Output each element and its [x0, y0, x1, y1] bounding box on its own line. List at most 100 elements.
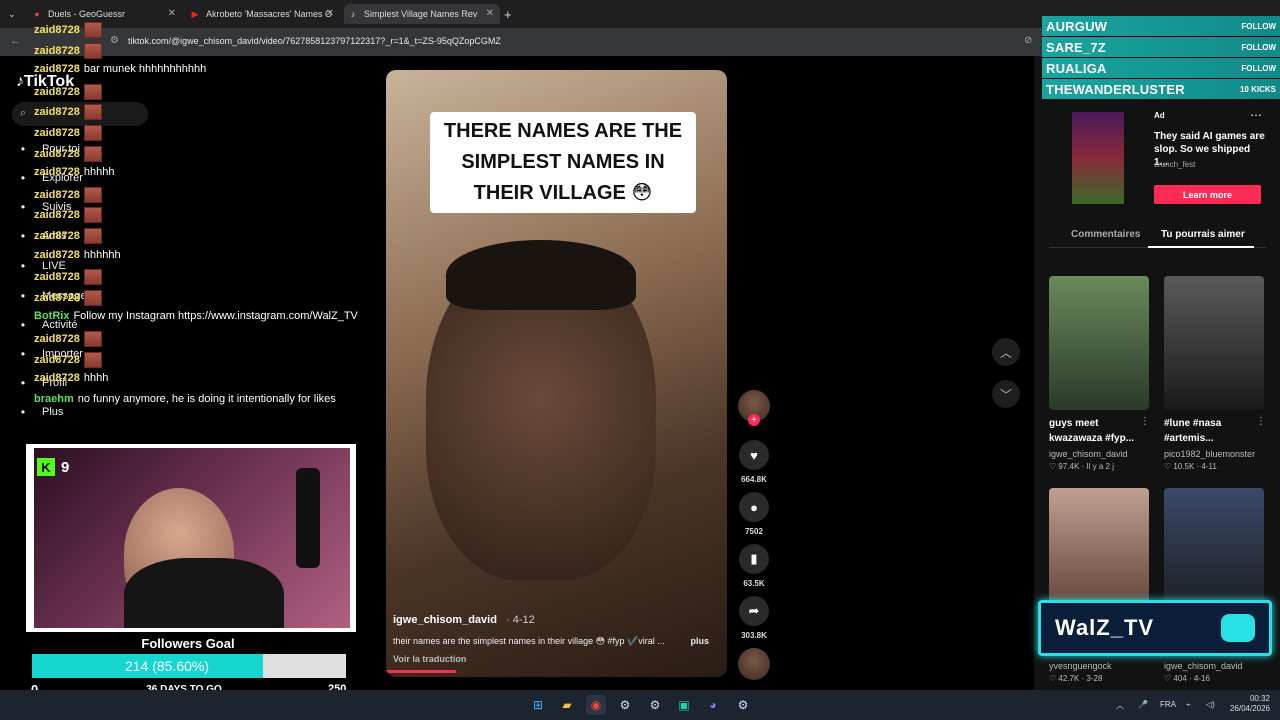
follow-plus-icon[interactable]: + [748, 414, 760, 426]
rec-author[interactable]: yvesnguengock [1049, 661, 1112, 671]
rec-title[interactable]: #lune #nasa #artemis... [1164, 416, 1264, 446]
microphone [296, 468, 320, 568]
goal-progress-bar: 214 (85.60%) [32, 654, 346, 678]
rec-title[interactable]: guys meet kwazawaza #fyp... [1049, 416, 1149, 446]
new-tab-button[interactable]: + [504, 4, 524, 24]
chat-username[interactable]: zaid8728 [34, 24, 80, 36]
chat-username[interactable]: zaid8728 [34, 189, 80, 201]
chat-username[interactable]: zaid8728 [34, 106, 80, 118]
volume-icon[interactable]: ◁) [1206, 700, 1215, 709]
compass-icon: • [20, 171, 26, 185]
tab-tiktok[interactable]: ♪ Simplest Village Names Rev ✕ [344, 4, 500, 24]
share-icon[interactable]: ➦ [739, 596, 769, 626]
windows-start-icon[interactable]: ⊞ [528, 695, 548, 715]
app-icon[interactable]: ▣ [674, 695, 694, 715]
sound-avatar[interactable] [738, 648, 770, 680]
steam-icon[interactable]: ⚙ [733, 695, 753, 715]
chat-username[interactable]: zaid8728 [34, 333, 80, 345]
more-options-icon[interactable]: ⋯ [1250, 108, 1262, 122]
bookmark-icon[interactable]: ▮ [739, 544, 769, 574]
translate-link[interactable]: Voir la traduction [393, 654, 466, 664]
share-action[interactable]: ➦ 303.8K [738, 596, 770, 640]
video-progress[interactable] [386, 670, 456, 673]
stream-brand-banner: WalZ_TV [1038, 600, 1272, 656]
chat-username[interactable]: zaid8728 [34, 86, 80, 98]
tab-list-button[interactable]: ⌄ [4, 4, 22, 24]
video-author[interactable]: igwe_chisom_david · 4-12 [393, 614, 535, 626]
rec-author[interactable]: igwe_chisom_david [1049, 449, 1128, 459]
file-explorer-icon[interactable]: ▰ [557, 695, 577, 715]
chat-emote [83, 83, 102, 100]
chat-text: Follow my Instagram https://www.instagra… [73, 310, 358, 323]
comment-icon[interactable]: ● [739, 492, 769, 522]
chat-message: braehm no funny anymore, he is doing it i… [34, 393, 336, 405]
alert-name: RUALIGA [1046, 60, 1107, 76]
chat-username[interactable]: zaid8728 [34, 354, 80, 366]
chat-message: zaid8728 hhhhhh [34, 249, 121, 261]
chat-username[interactable]: zaid8728 [34, 209, 80, 221]
ad-sponsor[interactable]: crunch_fest [1154, 160, 1195, 169]
chat-message: zaid8728 bar munek hhhhhhhhhhh [34, 63, 206, 75]
ad-thumbnail[interactable] [1072, 112, 1124, 204]
close-tab-icon[interactable]: ✕ [326, 8, 334, 19]
alert-name: THEWANDERLUSTER [1046, 81, 1185, 97]
comment-action[interactable]: ● 7502 [738, 492, 770, 536]
network-icon[interactable]: ⌁ [1186, 700, 1191, 709]
url-field[interactable]: tiktok.com/@igwe_chisom_david/video/7627… [128, 36, 501, 46]
screen: ⌄ ● Duels - GeoGuessr ✕ ▶ Akrobeto 'Mass… [0, 0, 1280, 720]
rec-author[interactable]: igwe_chisom_david [1164, 661, 1243, 671]
prev-video-button[interactable]: ︿ [992, 338, 1020, 366]
alert-name: AURGUW [1046, 18, 1108, 34]
more-icon: • [20, 405, 26, 419]
chat-username[interactable]: zaid8728 [34, 271, 80, 283]
more-link[interactable]: plus [690, 636, 709, 646]
settings-icon[interactable]: ⚙ [645, 695, 665, 715]
chat-username[interactable]: zaid8728 [34, 45, 80, 57]
chat-username[interactable]: BotRix [34, 310, 69, 322]
chat-username[interactable]: zaid8728 [34, 230, 80, 242]
steam-icon[interactable]: ⚙ [615, 695, 635, 715]
back-icon[interactable]: ← [10, 35, 21, 47]
like-action[interactable]: ♥ 664.8K [738, 440, 770, 484]
chat-message: zaid8728 [34, 289, 106, 306]
discord-taskbar-icon[interactable]: ◕ [703, 695, 723, 715]
language-indicator[interactable]: FRA [1160, 700, 1176, 709]
tab-geoguessr[interactable]: ● Duels - GeoGuessr ✕ [28, 4, 182, 24]
alert-tag: FOLLOW [1241, 42, 1276, 52]
rec-thumbnail[interactable] [1164, 276, 1264, 410]
chat-username[interactable]: zaid8728 [34, 63, 80, 75]
chat-username[interactable]: zaid8728 [34, 148, 80, 160]
chrome-icon[interactable]: ◉ [586, 695, 606, 715]
chat-username[interactable]: braehm [34, 393, 74, 405]
more-options-icon[interactable]: ⋮ [1140, 416, 1150, 427]
chat-username[interactable]: zaid8728 [34, 292, 80, 304]
chat-username[interactable]: zaid8728 [34, 166, 80, 178]
save-action[interactable]: ▮ 63.5K [738, 544, 770, 588]
more-options-icon[interactable]: ⋮ [1256, 416, 1266, 427]
tray-chevron-icon[interactable]: ︿ [1116, 700, 1124, 711]
eye-off-icon[interactable]: ⊘ [1024, 35, 1032, 46]
nav-item-plus[interactable]: • Plus [16, 405, 64, 419]
next-video-button[interactable]: ﹀ [992, 380, 1020, 408]
chat-emote [83, 269, 102, 286]
heart-icon[interactable]: ♥ [739, 440, 769, 470]
tab-active-indicator [1148, 246, 1254, 248]
rec-author[interactable]: pico1982_bluemonster [1164, 449, 1255, 459]
close-tab-icon[interactable]: ✕ [168, 8, 176, 19]
chat-emote [83, 42, 102, 59]
chat-username[interactable]: zaid8728 [34, 127, 80, 139]
rec-thumbnail[interactable] [1049, 276, 1149, 410]
tab-youtube[interactable]: ▶ Akrobeto 'Massacres' Names O ✕ [186, 4, 340, 24]
close-tab-icon[interactable]: ✕ [486, 8, 494, 19]
clock[interactable]: 00:32 26/04/2026 [1226, 694, 1270, 714]
learn-more-button[interactable]: Learn more [1154, 185, 1261, 204]
chat-text: hhhhhh [83, 248, 121, 261]
chat-username[interactable]: zaid8728 [34, 372, 80, 384]
alert-tag: 10 KICKS [1239, 84, 1276, 94]
site-info-icon[interactable]: ⚙ [110, 35, 119, 46]
send-icon: • [20, 289, 26, 303]
chat-username[interactable]: zaid8728 [34, 249, 80, 261]
tab-comments[interactable]: Commentaires [1071, 229, 1140, 240]
tab-you-may-like[interactable]: Tu pourrais aimer [1161, 229, 1245, 240]
microphone-icon[interactable]: 🎤 [1138, 700, 1148, 709]
